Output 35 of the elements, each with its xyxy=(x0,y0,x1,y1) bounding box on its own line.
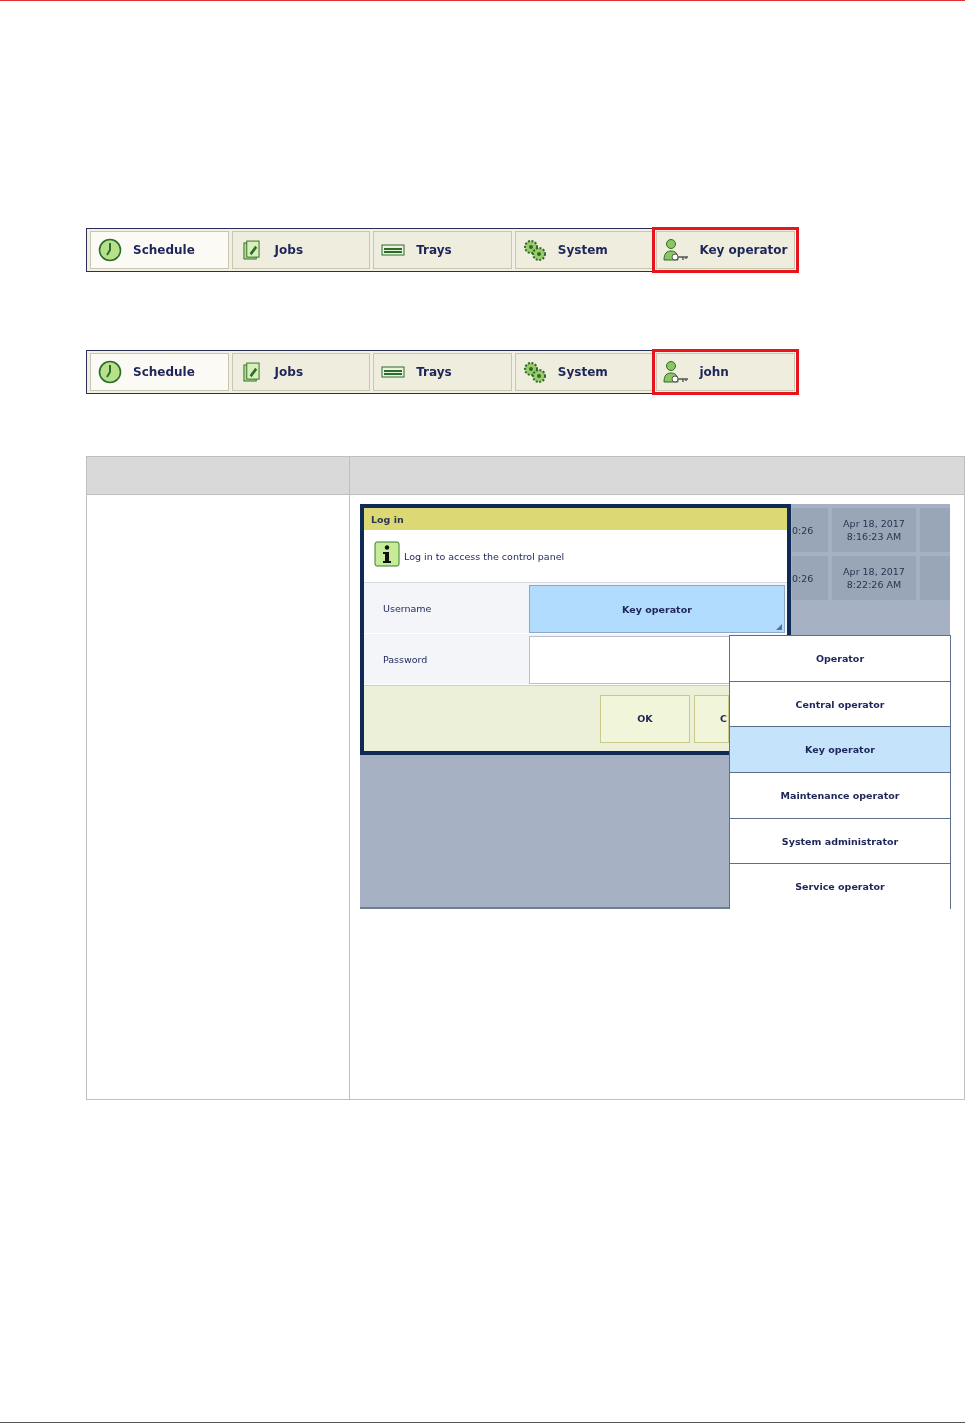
menu-item[interactable]: Service operator xyxy=(730,863,951,910)
gears-icon xyxy=(521,238,548,262)
tab[interactable]: Jobs xyxy=(231,231,371,269)
tab[interactable]: Jobs xyxy=(231,353,371,391)
tab[interactable]: System xyxy=(514,231,654,269)
clock-icon xyxy=(97,238,123,262)
tab[interactable]: Schedule xyxy=(90,353,229,391)
tab[interactable]: Trays xyxy=(373,353,512,391)
tab[interactable]: Trays xyxy=(373,231,512,269)
cancel-button[interactable]: C xyxy=(694,694,729,743)
tray-icon xyxy=(380,243,407,257)
username-dropdown[interactable]: Key operator xyxy=(529,585,785,633)
field-label: Password xyxy=(382,652,429,667)
menu-item[interactable]: Central operator xyxy=(730,680,951,727)
tab[interactable]: Schedule xyxy=(90,231,229,269)
user-key-icon xyxy=(663,360,690,384)
tab[interactable]: System xyxy=(514,353,654,391)
clock-icon xyxy=(97,360,123,384)
table-cell: 0:26 xyxy=(792,556,828,600)
gears-icon xyxy=(521,360,548,384)
table-cell: Apr 18, 2017 8:22:26 AM xyxy=(832,556,916,600)
user-key-icon xyxy=(663,238,690,262)
dialog-title: Log in xyxy=(364,508,787,530)
table-cell xyxy=(920,556,950,600)
menu-item[interactable]: Key operator xyxy=(730,726,951,772)
table-cell: 0:26 xyxy=(792,508,828,552)
menu-item[interactable]: System administrator xyxy=(730,817,951,864)
menu-item[interactable]: Operator xyxy=(730,635,951,681)
table-cell xyxy=(920,508,950,552)
ok-button[interactable]: OK xyxy=(600,694,690,743)
menu-item[interactable]: Maintenance operator xyxy=(730,772,951,818)
table-cell: Apr 18, 2017 8:16:23 AM xyxy=(832,508,916,552)
dialog-message: Log in to access the control panel xyxy=(404,550,565,562)
field-label: Username xyxy=(382,601,433,616)
tray-icon xyxy=(380,365,407,379)
